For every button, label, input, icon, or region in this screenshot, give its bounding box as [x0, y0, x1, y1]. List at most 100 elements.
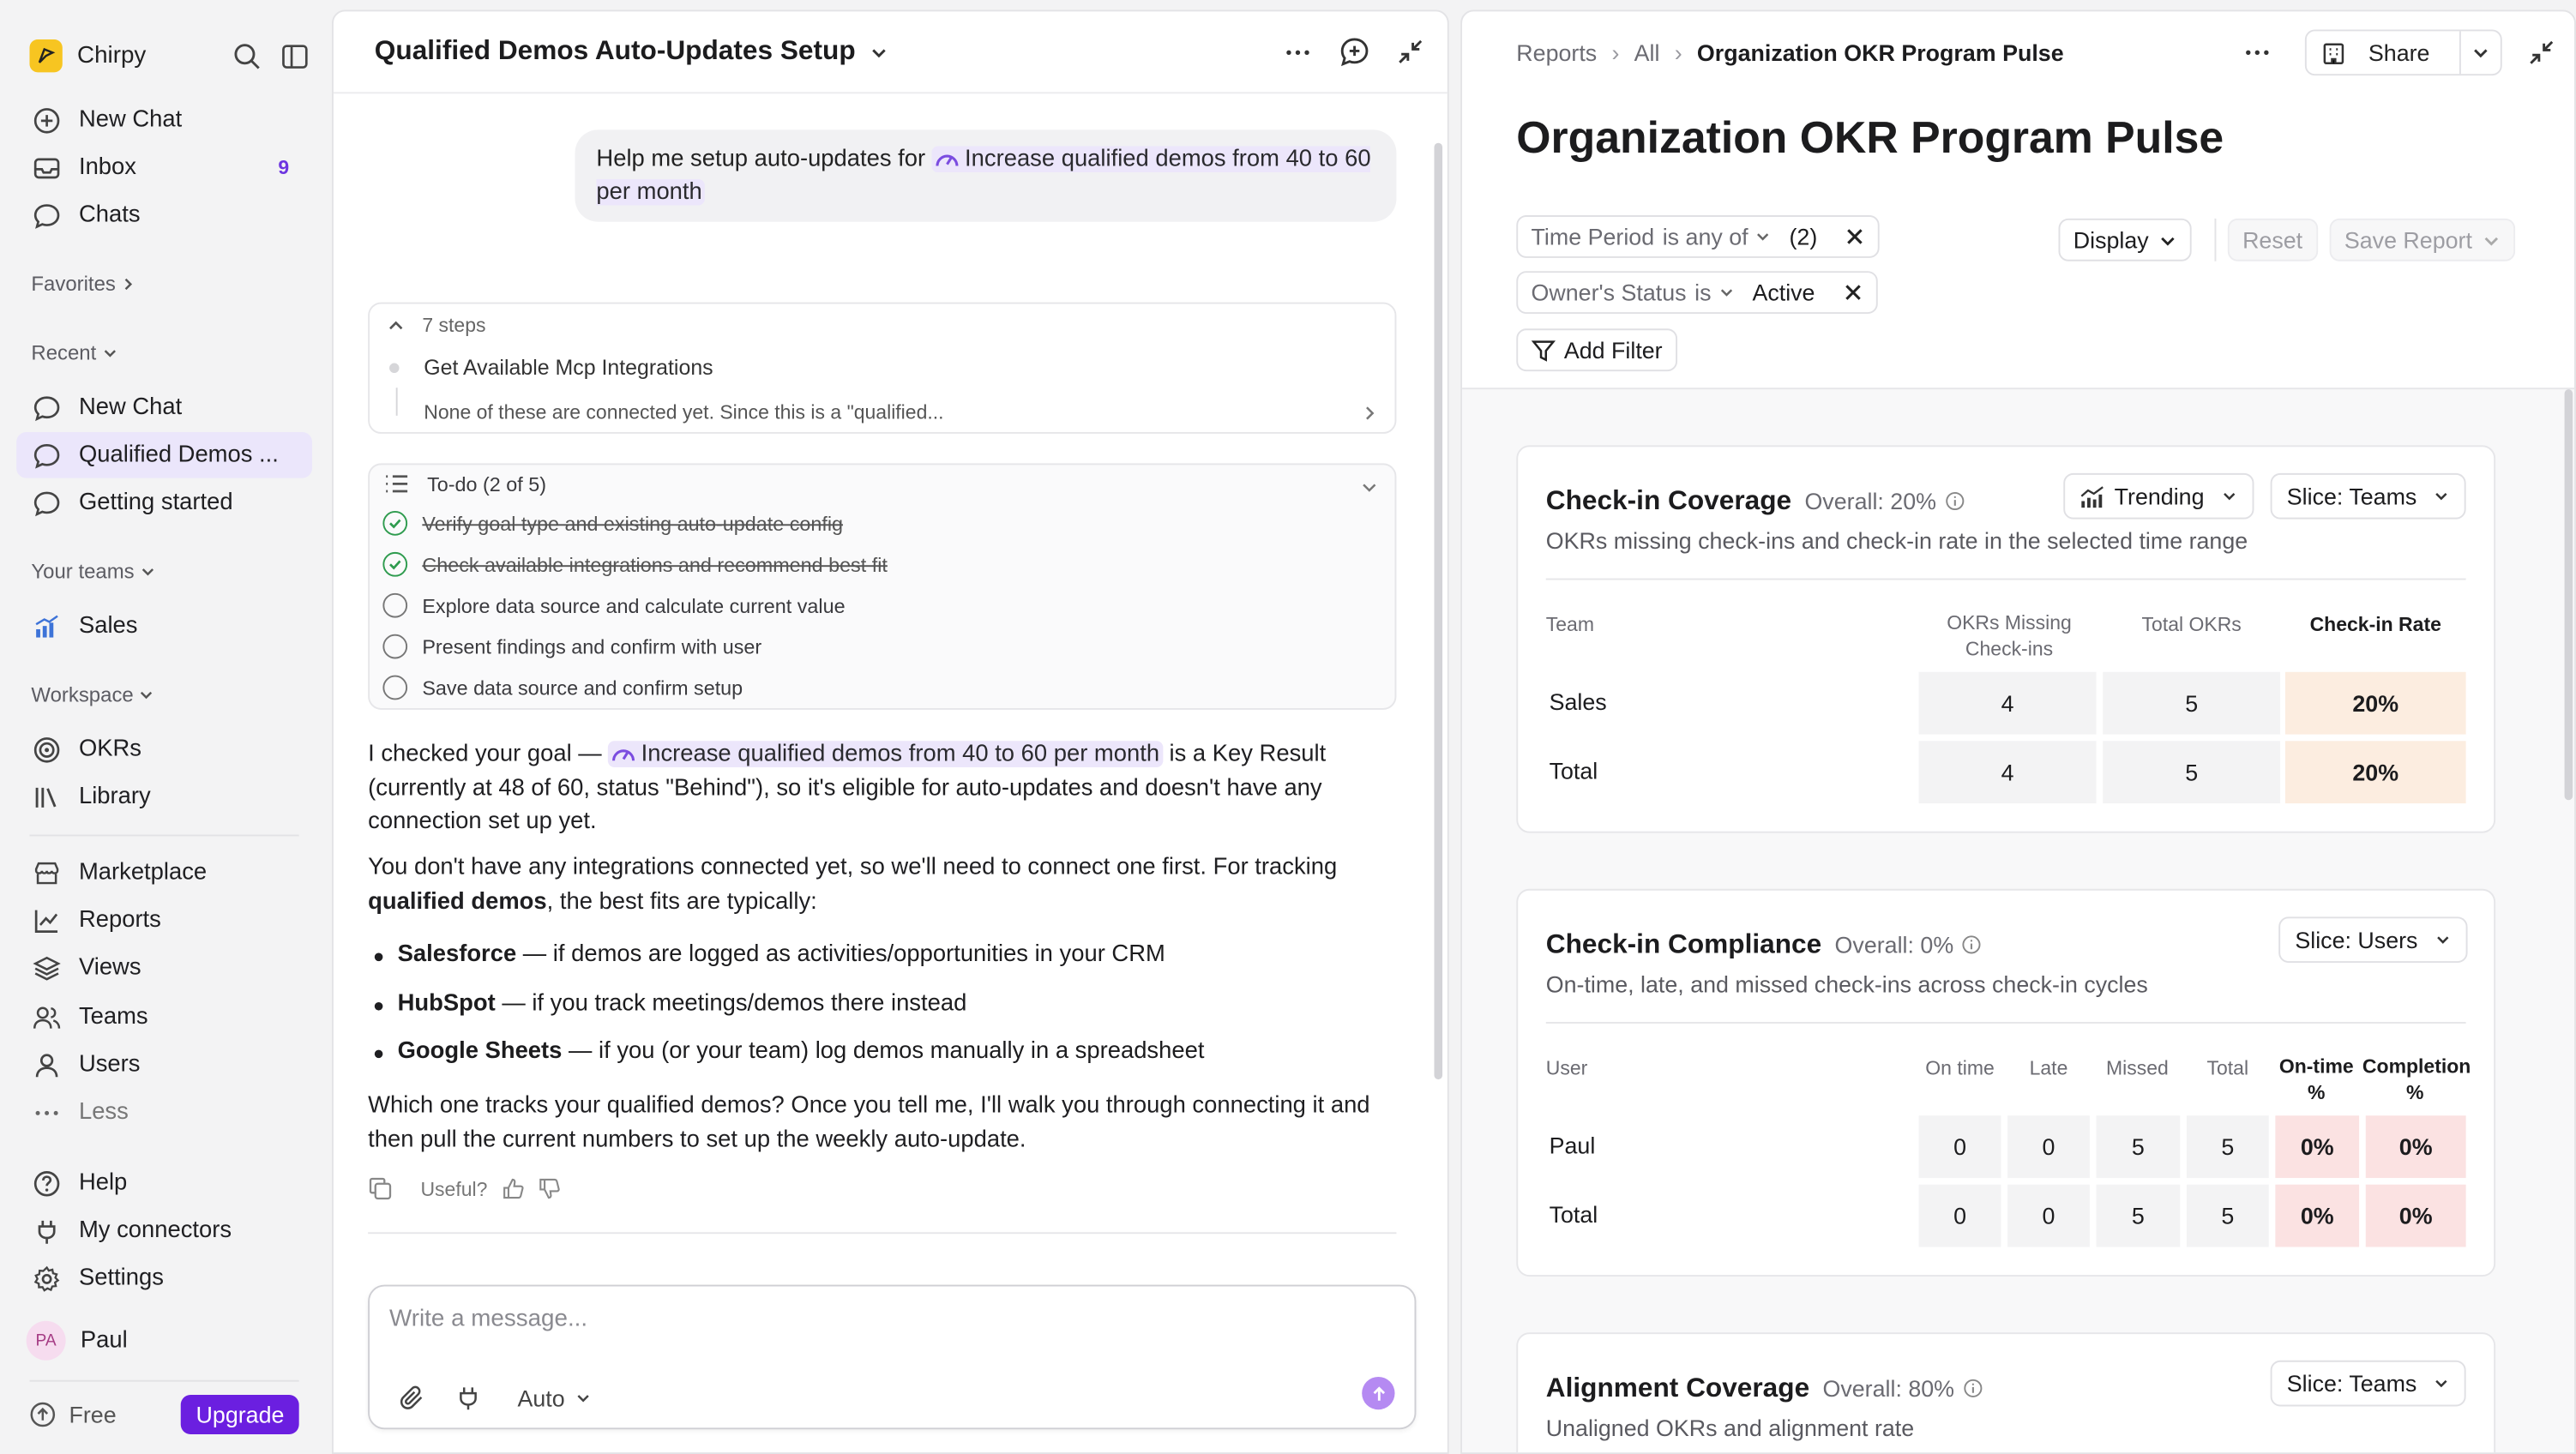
breadcrumb-reports[interactable]: Reports — [1516, 39, 1597, 66]
sidebar-item-getting-started[interactable]: Getting started — [16, 480, 312, 526]
sidebar-item-users[interactable]: Users — [16, 1042, 312, 1088]
slice-teams-dropdown[interactable]: Slice: Teams — [2270, 1360, 2466, 1407]
paperclip-icon[interactable] — [400, 1385, 426, 1412]
steps-toggle[interactable]: 7 steps — [386, 314, 486, 337]
share-label: Share — [2368, 39, 2430, 66]
more-horizontal-icon[interactable] — [2242, 38, 2271, 67]
breadcrumb-all[interactable]: All — [1634, 39, 1660, 66]
slice-users-dropdown[interactable]: Slice: Users — [2278, 916, 2467, 964]
user-name: Paul — [80, 1327, 128, 1355]
recent-section-title[interactable]: Recent — [31, 342, 117, 364]
search-icon[interactable] — [233, 42, 262, 70]
gauge-icon — [612, 749, 635, 761]
sidebar-toggle-icon[interactable] — [281, 42, 310, 70]
building-icon — [2322, 42, 2344, 64]
chat-title[interactable]: Qualified Demos Auto-Updates Setup — [375, 36, 856, 67]
sidebar-item-inbox[interactable]: Inbox 9 — [16, 145, 312, 191]
empty-circle-icon — [382, 675, 408, 700]
send-button[interactable] — [1362, 1376, 1395, 1410]
column-header: User — [1545, 1056, 1588, 1080]
filter-operator[interactable]: is — [1694, 279, 1734, 305]
table-row-label: Paul — [1549, 1132, 1596, 1159]
todo-item: Save data source and confirm setup — [382, 675, 743, 700]
chat-icon — [31, 488, 60, 517]
teams-section-title[interactable]: Your teams — [31, 560, 155, 583]
chevron-down-icon[interactable] — [869, 42, 888, 62]
copy-icon[interactable] — [368, 1176, 393, 1201]
step-detail[interactable]: None of these are connected yet. Since t… — [424, 401, 943, 424]
sidebar-item-recent-new-chat[interactable]: New Chat — [16, 384, 312, 430]
mode-selector[interactable]: Auto — [517, 1385, 591, 1411]
filter-value[interactable]: Active — [1752, 279, 1815, 306]
sidebar-item-label: OKRs — [78, 736, 142, 763]
assistant-paragraph: Which one tracks your qualified demos? O… — [368, 1092, 1370, 1153]
plug-icon[interactable] — [455, 1385, 482, 1412]
close-icon[interactable] — [1843, 283, 1863, 303]
chevron-right-icon[interactable] — [1360, 404, 1378, 422]
sidebar-item-okrs[interactable]: OKRs — [16, 726, 312, 772]
share-dropdown[interactable] — [2459, 31, 2501, 75]
brand-logo-icon[interactable] — [29, 39, 63, 73]
column-header: Team — [1545, 612, 1594, 636]
sidebar-item-my-connectors[interactable]: My connectors — [16, 1208, 312, 1254]
sidebar-item-label: Settings — [78, 1265, 164, 1292]
sidebar-item-help[interactable]: Help — [16, 1160, 312, 1206]
todo-header[interactable]: To-do (2 of 5) — [384, 472, 546, 496]
message-composer: Auto — [368, 1284, 1417, 1430]
filter-time-period[interactable]: Time Period is any of (2) — [1516, 215, 1881, 258]
share-button[interactable]: Share — [2306, 39, 2459, 66]
info-icon[interactable] — [1962, 934, 1982, 954]
favorites-section-title[interactable]: Favorites — [31, 273, 136, 296]
arrow-up-circle-icon — [30, 1402, 56, 1427]
table-cell: 0 — [1918, 1115, 2001, 1179]
sidebar-item-new-chat[interactable]: New Chat — [16, 97, 312, 143]
sidebar-item-settings[interactable]: Settings — [16, 1255, 312, 1301]
close-icon[interactable] — [1845, 226, 1865, 246]
save-report-button[interactable]: Save Report — [2329, 218, 2515, 261]
reset-button[interactable]: Reset — [2227, 218, 2318, 261]
sidebar-item-views[interactable]: Views — [16, 945, 312, 991]
more-horizontal-icon[interactable] — [1283, 37, 1312, 66]
table-cell: 0% — [2365, 1115, 2466, 1179]
sidebar-item-team-sales[interactable]: Sales — [16, 603, 312, 649]
section-overall: Overall: 0% — [1835, 932, 1982, 958]
plus-circle-icon — [31, 105, 60, 135]
chart-line-icon — [31, 905, 60, 934]
filter-owner-status[interactable]: Owner's Status is Active — [1516, 271, 1878, 315]
steps-count: 7 steps — [422, 314, 486, 337]
sidebar-item-teams[interactable]: Teams — [16, 994, 312, 1040]
upgrade-button[interactable]: Upgrade — [181, 1395, 299, 1435]
message-input[interactable] — [389, 1306, 1343, 1333]
new-chat-icon[interactable] — [1339, 36, 1369, 67]
info-icon[interactable] — [1963, 1379, 1983, 1398]
add-filter-button[interactable]: Add Filter — [1516, 328, 1677, 372]
goal-chip[interactable]: Increase qualified demos from 40 to 60 p… — [608, 741, 1163, 767]
view-trending-dropdown[interactable]: Trending — [2063, 472, 2254, 520]
layers-icon — [31, 953, 60, 982]
sidebar-item-reports[interactable]: Reports — [16, 897, 312, 943]
info-icon[interactable] — [1945, 491, 1965, 511]
sidebar-item-chats[interactable]: Chats — [16, 192, 312, 238]
chat-scrollbar[interactable] — [1434, 142, 1443, 1080]
filter-value[interactable]: (2) — [1789, 224, 1817, 250]
sidebar-item-label: Library — [78, 784, 151, 810]
sidebar-user[interactable]: PA Paul — [16, 1318, 312, 1364]
display-button[interactable]: Display — [2058, 218, 2192, 261]
sidebar-item-qualified-demos[interactable]: Qualified Demos ... — [16, 432, 313, 478]
report-scrollbar[interactable] — [2564, 389, 2573, 801]
divider — [1545, 1022, 2466, 1024]
thumbs-down-icon[interactable] — [539, 1178, 560, 1199]
chevron-down-icon[interactable] — [1360, 478, 1378, 496]
collapse-icon[interactable] — [1396, 38, 1424, 66]
share-button-group: Share — [2304, 29, 2502, 76]
column-header: Completion % — [2362, 1054, 2471, 1104]
sidebar-item-marketplace[interactable]: Marketplace — [16, 850, 312, 896]
plug-icon — [31, 1216, 60, 1245]
sidebar-item-library[interactable]: Library — [16, 774, 312, 820]
collapse-icon[interactable] — [2528, 39, 2555, 66]
slice-teams-dropdown[interactable]: Slice: Teams — [2270, 472, 2466, 520]
workspace-section-title[interactable]: Workspace — [31, 683, 154, 706]
thumbs-up-icon[interactable] — [503, 1178, 524, 1199]
sidebar-item-less[interactable]: Less — [16, 1090, 312, 1136]
filter-operator[interactable]: is any of — [1663, 224, 1772, 249]
